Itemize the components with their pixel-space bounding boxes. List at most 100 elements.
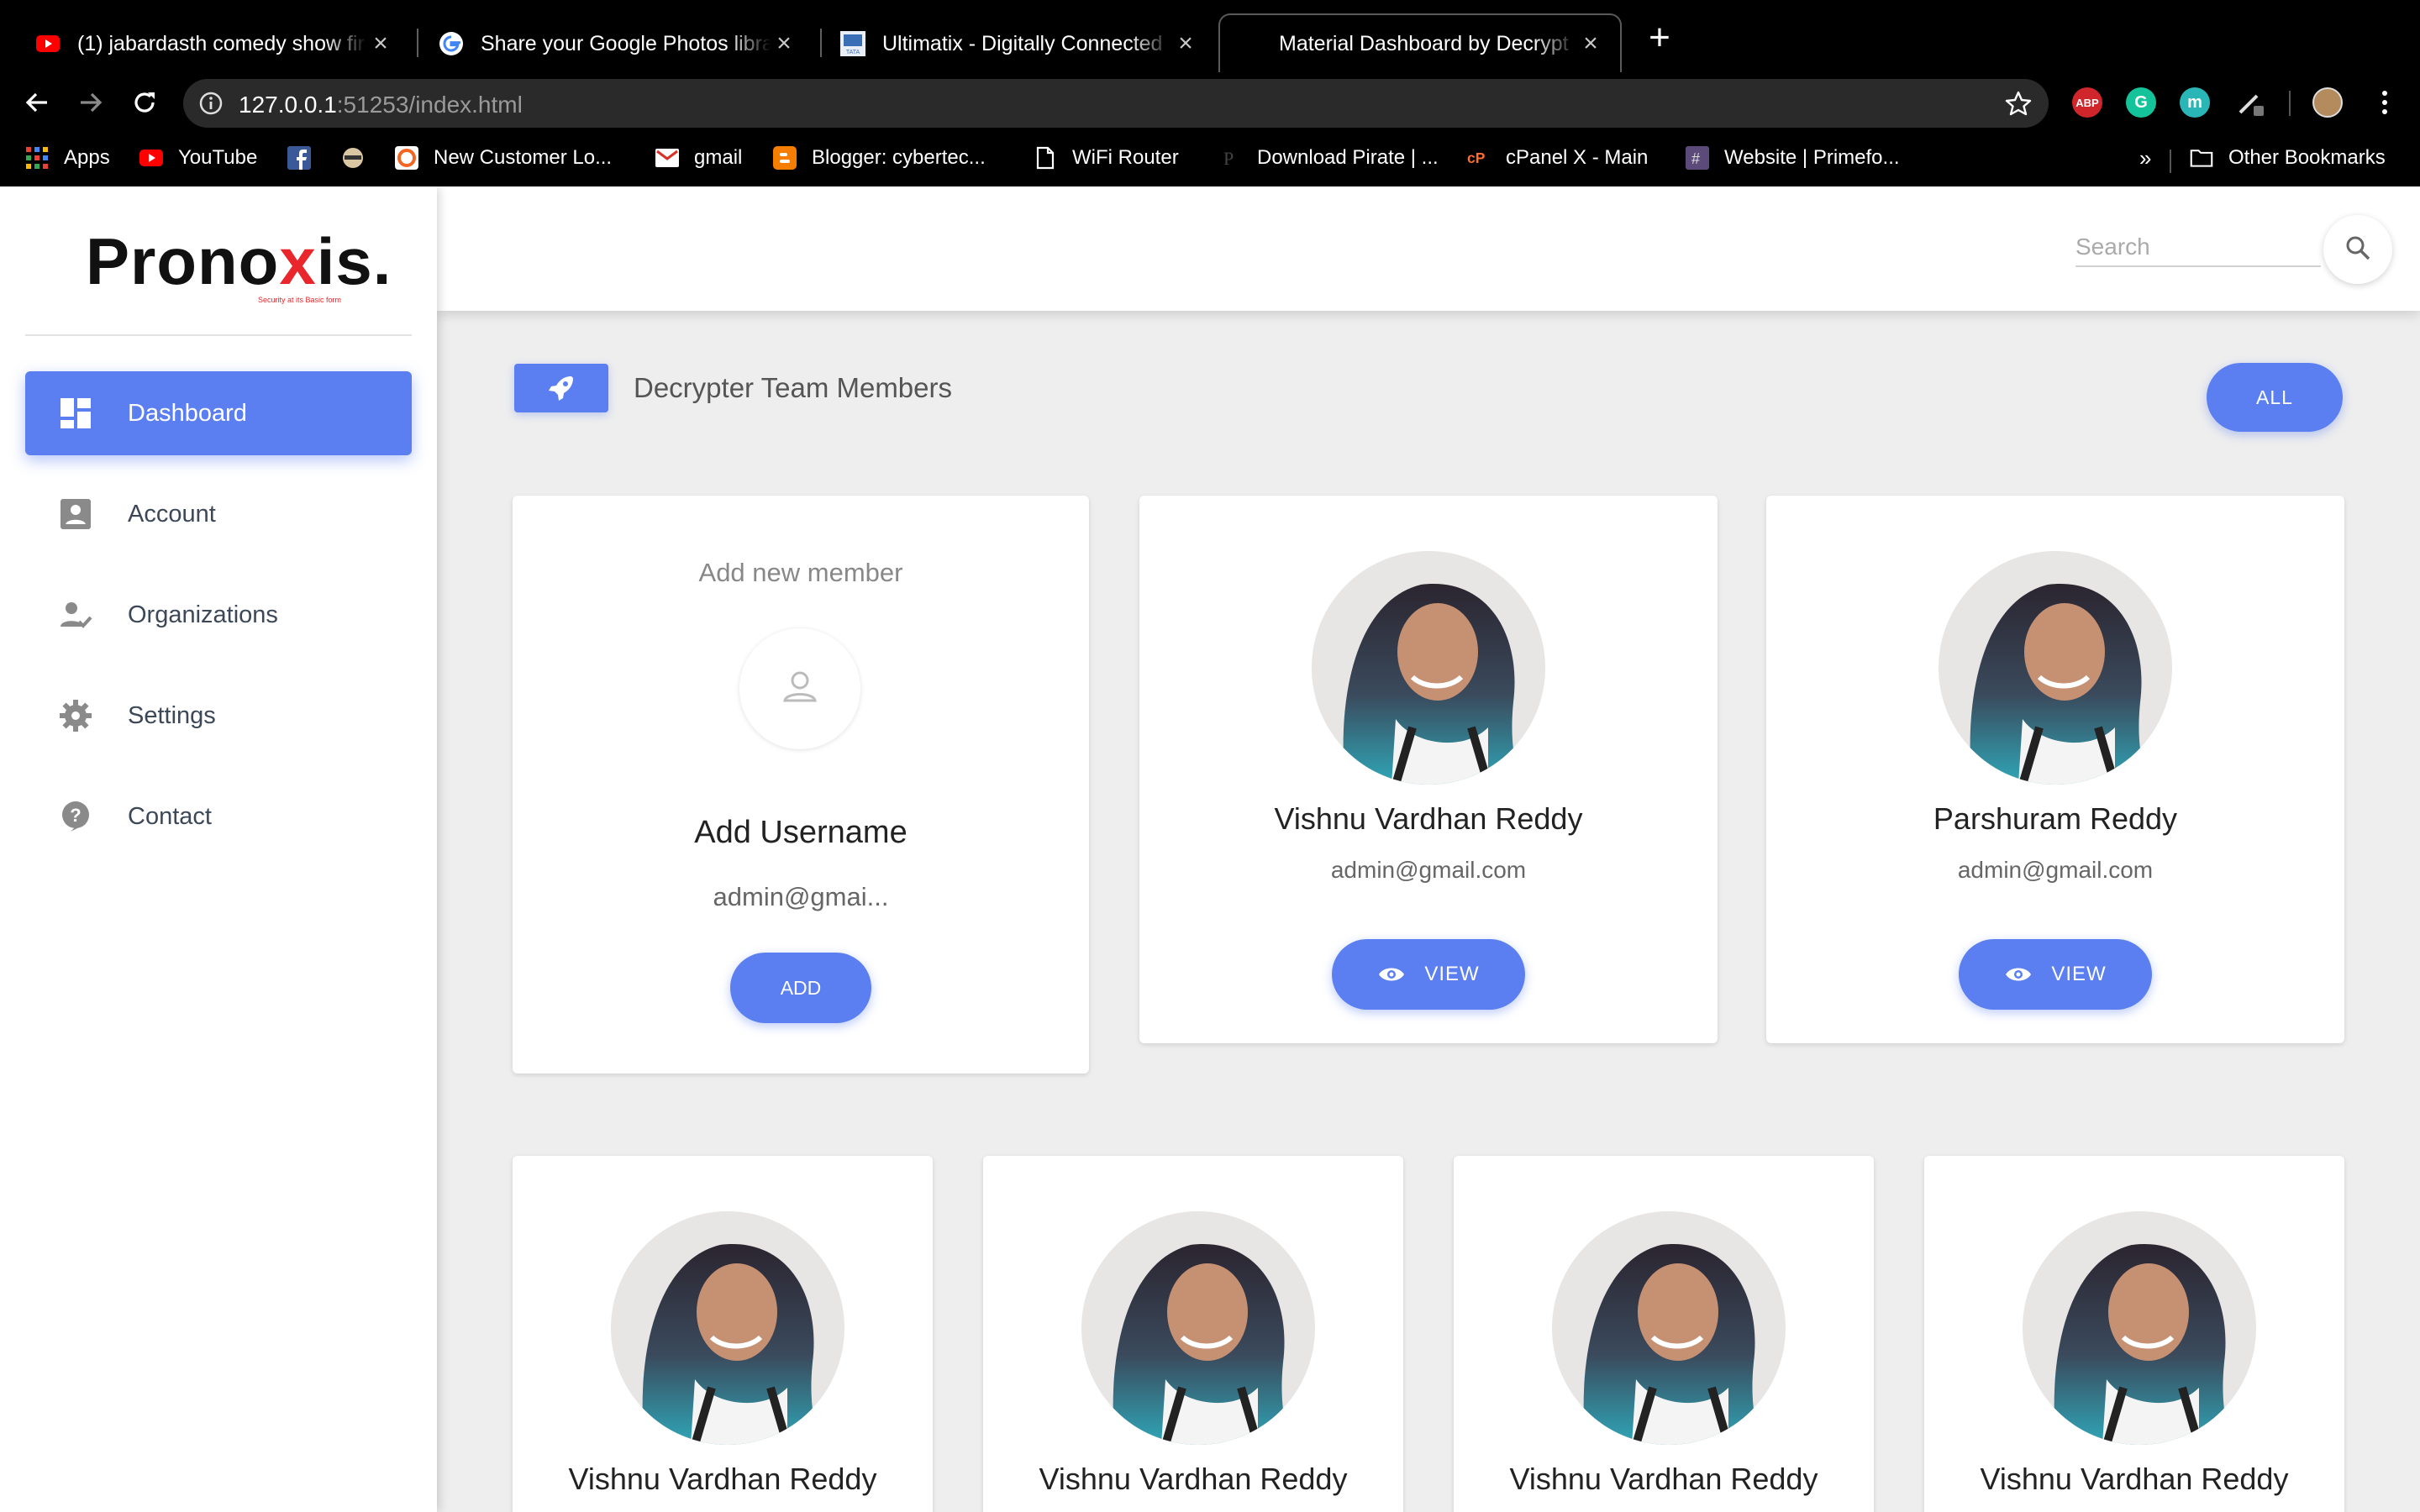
youtube-icon: [35, 31, 60, 56]
sidebar-item-settings[interactable]: Settings: [25, 674, 412, 758]
member-card: Vishnu Vardhan Reddy: [1924, 1156, 2344, 1512]
member-email: admin@gmail.com: [1330, 857, 1527, 883]
sidebar-item-account[interactable]: Account: [25, 472, 412, 556]
extension-icon[interactable]: m: [2180, 87, 2210, 118]
bookmark-blogger[interactable]: Blogger: cybertec...: [773, 143, 986, 173]
view-member-button[interactable]: VIEW: [1332, 939, 1525, 1010]
folder-icon: [2190, 146, 2213, 170]
contact-icon: ?: [57, 798, 94, 835]
back-icon[interactable]: [18, 84, 55, 121]
avatar: [1312, 551, 1545, 785]
add-username-field[interactable]: Add Username: [513, 815, 1089, 851]
extension-label: m: [2187, 92, 2202, 112]
bookmark-download-pirate[interactable]: P Download Pirate | ...: [1218, 143, 1439, 173]
bookmark-apps[interactable]: Apps: [25, 143, 110, 173]
view-member-button[interactable]: VIEW: [1959, 939, 2152, 1010]
search-button[interactable]: [2323, 215, 2392, 284]
button-label: VIEW: [2051, 963, 2107, 985]
browser-tab[interactable]: (1) jabardasth comedy show fir ×: [15, 15, 410, 72]
logo-text-accent: x: [279, 224, 317, 298]
page-icon: [1034, 146, 1057, 170]
bookmark-cpanel[interactable]: cP cPanel X - Main: [1467, 143, 1648, 173]
bookmarks-overflow-button[interactable]: »: [2139, 143, 2151, 173]
eye-icon: [1377, 960, 1406, 989]
pen-extension-icon[interactable]: [2235, 87, 2265, 118]
svg-text:TATA: TATA: [846, 50, 860, 55]
tab-title: Share your Google Photos libra: [481, 31, 771, 55]
profile-avatar[interactable]: [2312, 87, 2343, 118]
grammarly-extension-icon[interactable]: G: [2126, 87, 2156, 118]
avatar: [1552, 1211, 1786, 1445]
search-icon: [2344, 234, 2371, 265]
browser-tab-active[interactable]: Material Dashboard by Decrypt ×: [1218, 13, 1622, 72]
bookmark-label: Blogger: cybertec...: [812, 146, 986, 169]
member-card: Vishnu Vardhan Reddy: [983, 1156, 1403, 1512]
customer-icon: [395, 146, 418, 170]
close-icon[interactable]: ×: [368, 31, 393, 56]
sidebar-item-label: Contact: [128, 802, 212, 830]
add-email-field[interactable]: admin@gmai...: [513, 882, 1089, 912]
add-avatar-button[interactable]: [739, 628, 860, 749]
other-bookmarks[interactable]: Other Bookmarks: [2190, 143, 2386, 173]
close-icon[interactable]: ×: [1173, 31, 1198, 56]
gmail-icon: [655, 146, 679, 170]
sidebar-item-organizations[interactable]: Organizations: [25, 573, 412, 657]
youtube-icon: [139, 146, 163, 170]
adblock-extension-icon[interactable]: ABP: [2072, 87, 2102, 118]
sidebar-item-label: Account: [128, 500, 216, 528]
bookmark-website[interactable]: # Website | Primefo...: [1686, 143, 1900, 173]
bookmark-facebook[interactable]: [287, 143, 326, 173]
sidebar: Pronoxis. Security at its Basic form Das…: [0, 186, 437, 1512]
sidebar-item-contact[interactable]: ? Contact: [25, 774, 412, 858]
forward-icon[interactable]: [72, 84, 109, 121]
close-icon[interactable]: ×: [1578, 31, 1603, 56]
tab-title: (1) jabardasth comedy show fir: [77, 31, 365, 55]
pirate-icon: P: [1218, 146, 1242, 170]
button-label: VIEW: [1424, 963, 1480, 985]
close-icon[interactable]: ×: [771, 31, 797, 56]
avatar: [1939, 551, 2172, 785]
svg-text:#: #: [1691, 150, 1700, 167]
account-icon: [57, 496, 94, 533]
browser-tab-strip: (1) jabardasth comedy show fir × Share y…: [0, 0, 2420, 72]
new-tab-button[interactable]: +: [1643, 19, 1676, 56]
sidebar-item-dashboard[interactable]: Dashboard: [25, 371, 412, 455]
toolbar-divider: [2289, 91, 2291, 116]
sidebar-item-label: Settings: [128, 701, 216, 729]
url-path: :51253/index.html: [336, 92, 523, 118]
member-card: Vishnu Vardhan Reddy: [1454, 1156, 1874, 1512]
member-name: Vishnu Vardhan Reddy: [1274, 801, 1583, 836]
add-card-title: Add new member: [698, 558, 903, 587]
menu-kebab-icon[interactable]: [2370, 87, 2400, 118]
member-name: Parshuram Reddy: [1933, 801, 2178, 836]
bookmarks-bar: Apps YouTube New Customer Lo... gmail Bl…: [0, 133, 2420, 186]
browser-tab[interactable]: TATA Ultimatix - Digitally Connected ×: [820, 15, 1215, 72]
address-bar[interactable]: 127.0.0.1:51253/index.html: [183, 79, 2049, 128]
browser-tab[interactable]: Share your Google Photos libra ×: [418, 15, 813, 72]
facebook-icon: [287, 146, 311, 170]
top-navbar: [437, 186, 2420, 311]
bookmarks-divider: [2170, 150, 2171, 173]
divider: [25, 334, 412, 336]
dashboard-page: Pronoxis. Security at its Basic form Das…: [0, 186, 2420, 1512]
bookmark-gmail[interactable]: gmail: [655, 143, 742, 173]
bookmark-label: Website | Primefo...: [1724, 146, 1900, 169]
add-member-button[interactable]: ADD: [730, 953, 871, 1023]
info-icon[interactable]: [198, 91, 224, 116]
bookmark-misc[interactable]: [341, 143, 380, 173]
filter-all-button[interactable]: ALL: [2207, 363, 2343, 432]
bookmark-wifi-router[interactable]: WiFi Router: [1034, 143, 1179, 173]
bookmark-new-customer[interactable]: New Customer Lo...: [395, 143, 612, 173]
member-name: Vishnu Vardhan Reddy: [1980, 1462, 2289, 1496]
star-icon[interactable]: [2005, 90, 2032, 117]
search-input[interactable]: [2075, 228, 2321, 267]
section-header: Decrypter Team Members: [514, 363, 952, 413]
url-host: 127.0.0.1: [239, 92, 337, 118]
member-name: Vishnu Vardhan Reddy: [568, 1462, 877, 1496]
cpanel-icon: cP: [1467, 146, 1491, 170]
bookmark-youtube[interactable]: YouTube: [139, 143, 257, 173]
brand-logo[interactable]: Pronoxis. Security at its Basic form: [86, 223, 391, 307]
reload-icon[interactable]: [126, 84, 163, 121]
avatar: [2023, 1211, 2256, 1445]
url-text: 127.0.0.1:51253/index.html: [239, 92, 523, 118]
